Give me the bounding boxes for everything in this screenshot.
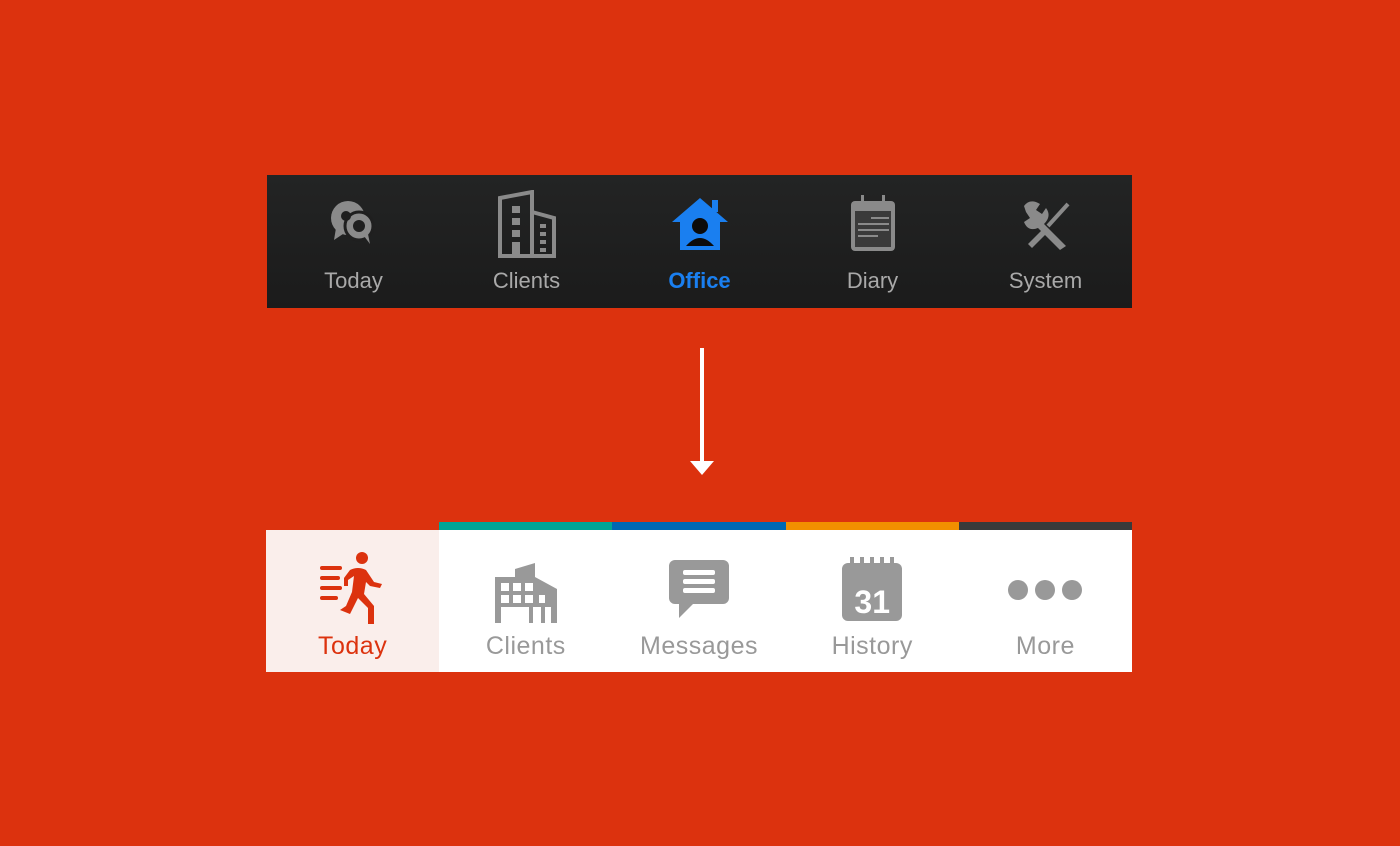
- new-tab-today[interactable]: Today: [266, 530, 440, 672]
- new-tab-label: Clients: [485, 632, 566, 660]
- building-icon: [493, 550, 559, 630]
- new-tab-clients[interactable]: Clients: [439, 522, 613, 672]
- new-tab-bar: Today Clients Messages 31 History More: [266, 522, 1133, 672]
- old-tab-bar: Today Clients Office Diary System: [267, 175, 1132, 308]
- old-tab-label: Diary: [846, 268, 899, 293]
- new-tab-label: Today: [317, 632, 388, 660]
- old-tab-label: Clients: [492, 268, 561, 293]
- new-tab-label: Messages: [640, 632, 758, 660]
- old-tab-clients[interactable]: Clients: [440, 175, 613, 308]
- old-tab-diary[interactable]: Diary: [786, 175, 959, 308]
- tools-icon: [1018, 192, 1074, 256]
- old-tab-label: System: [1008, 268, 1083, 293]
- message-icon: [667, 550, 731, 630]
- home-person-icon: [670, 192, 730, 256]
- new-tab-history[interactable]: 31 History: [785, 522, 959, 672]
- old-tab-system[interactable]: System: [959, 175, 1132, 308]
- old-tab-label: Office: [668, 268, 731, 293]
- tab-color-stripe: [439, 522, 613, 530]
- new-tab-messages[interactable]: Messages: [612, 522, 786, 672]
- new-tab-label: History: [831, 632, 913, 660]
- running-person-icon: [318, 550, 388, 630]
- calendar-icon: 31: [840, 550, 904, 630]
- tab-color-stripe: [785, 522, 959, 530]
- old-tab-label: Today: [324, 268, 383, 293]
- calendar-date-badge: 31: [854, 584, 890, 620]
- chat-bubbles-icon: [324, 192, 384, 256]
- more-dots-icon: [1007, 550, 1083, 630]
- tab-color-stripe: [958, 522, 1133, 530]
- old-tab-office[interactable]: Office: [613, 175, 786, 308]
- arrow-shaft: [700, 348, 704, 464]
- old-tab-today[interactable]: Today: [267, 175, 440, 308]
- building-icon: [496, 190, 558, 258]
- new-tab-label: More: [1015, 632, 1075, 660]
- new-tab-more[interactable]: More: [958, 522, 1133, 672]
- tab-color-stripe: [612, 522, 786, 530]
- calendar-icon: [849, 192, 897, 256]
- arrow-head: [690, 461, 714, 475]
